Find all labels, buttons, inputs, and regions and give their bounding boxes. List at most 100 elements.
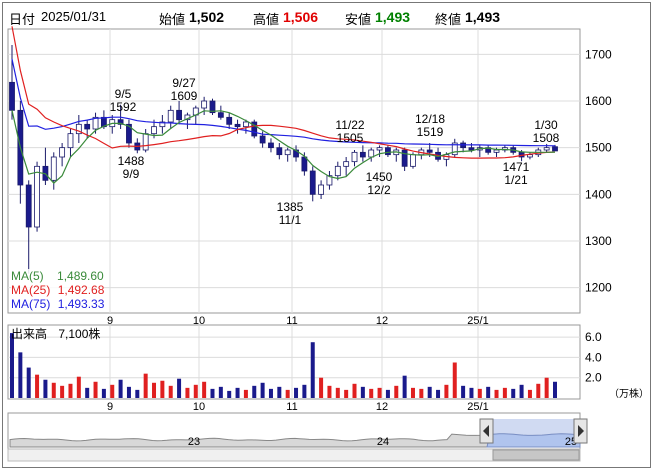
volume-bar	[352, 383, 357, 398]
volume-title: 出来高	[11, 327, 48, 341]
volume-axis: 6.0 4.0 2.0	[585, 330, 602, 385]
navigator-year-label: 23	[188, 436, 200, 448]
price-axis-label: 1200	[585, 281, 612, 295]
volume-bar	[394, 385, 399, 398]
volume-bar	[344, 389, 349, 398]
annotation-price: 1385	[277, 200, 304, 214]
price-annotation: 1/301508	[533, 118, 560, 145]
volume-bar	[294, 387, 299, 398]
price-annotation: 9/271609	[171, 76, 198, 103]
annotation-date: 9/5	[115, 87, 132, 101]
volume-bar	[444, 384, 449, 398]
volume-bar	[319, 377, 324, 398]
volume-bar	[360, 386, 365, 398]
volume-bar	[85, 387, 90, 398]
volume-bar	[60, 385, 65, 398]
scrollbar-thumb[interactable]	[492, 449, 580, 461]
volume-bar	[143, 373, 148, 398]
volume-bar	[302, 384, 307, 398]
annotation-price: 1471	[503, 160, 530, 174]
volume-bar	[277, 386, 282, 398]
price-axis-label: 1500	[585, 141, 612, 155]
volume-x-tick-label: 10	[193, 401, 205, 413]
volume-bar	[377, 387, 382, 398]
annotation-date: 9/9	[123, 167, 140, 181]
volume-axis-label: 4.0	[585, 350, 602, 364]
volume-bar	[527, 389, 532, 398]
ma5-legend: MA(5) 1,489.60	[11, 269, 104, 283]
volume-bar	[193, 384, 198, 398]
price-axis-label: 1400	[585, 187, 612, 201]
volume-bar	[519, 384, 524, 398]
annotation-date: 12/2	[367, 183, 391, 197]
navigator-right-handle[interactable]	[573, 418, 588, 444]
volume-bar	[369, 388, 374, 398]
volume-bar	[452, 362, 457, 398]
volume-bar	[43, 379, 48, 398]
volume-bar	[419, 388, 424, 398]
volume-bar	[26, 367, 31, 398]
volume-bar	[511, 388, 516, 398]
price-annotation: 12/181519	[415, 112, 445, 139]
volume-x-axis-labels: 9 10 11 12 25/1	[107, 401, 489, 413]
volume-bar	[285, 389, 290, 398]
price-annotation: 138511/1	[277, 200, 304, 227]
annotation-price: 1505	[337, 131, 364, 145]
ma75-legend-value: 1,493.33	[57, 297, 105, 311]
volume-bar	[10, 333, 14, 398]
ma25-legend-label: MA(25)	[11, 283, 51, 297]
volume-bar	[252, 385, 257, 398]
ma75-legend: MA(75) 1,493.33	[11, 297, 105, 311]
price-axis-label: 1600	[585, 94, 612, 108]
volume-bar	[135, 389, 140, 398]
volume-bar	[218, 386, 223, 398]
volume-bar	[402, 375, 407, 398]
navigator-left-handle[interactable]	[479, 418, 494, 444]
price-annotation: 145012/2	[366, 170, 393, 197]
ma75-legend-label: MA(75)	[11, 297, 51, 311]
volume-bar	[177, 378, 182, 398]
volume-bar	[68, 383, 73, 398]
volume-bar	[152, 382, 157, 398]
volume-value: 7,100株	[58, 327, 101, 341]
volume-bar	[536, 383, 541, 398]
volume-bar	[310, 342, 315, 398]
volume-x-tick-label: 12	[376, 401, 388, 413]
annotation-price: 1488	[118, 154, 145, 168]
volume-x-tick-label: 9	[107, 401, 113, 413]
volume-bar	[436, 389, 441, 398]
volume-bar	[118, 379, 123, 398]
volume-bar	[227, 390, 232, 398]
annotation-price: 1450	[366, 170, 393, 184]
volume-bar	[327, 385, 332, 398]
annotation-date: 9/27	[172, 76, 196, 90]
volume-bar	[335, 387, 340, 398]
volume-bar	[469, 387, 474, 398]
price-annotation: 14711/21	[503, 160, 530, 187]
volume-bar	[461, 385, 466, 398]
volume-bar	[202, 381, 207, 398]
volume-bar	[76, 376, 81, 398]
volume-bar	[410, 387, 415, 398]
ma25-legend: MA(25) 1,492.68	[11, 283, 105, 297]
volume-bar	[477, 388, 482, 398]
volume-bar	[553, 381, 557, 398]
chart-frame: 日付 2025/01/31 始値 1,502 高値 1,506 安値 1,493…	[2, 2, 651, 468]
volume-axis-label: 2.0	[585, 371, 602, 385]
volume-bar	[260, 382, 265, 398]
volume-bar	[427, 386, 432, 398]
volume-axis-label: 6.0	[585, 330, 602, 344]
volume-bar	[502, 387, 507, 398]
volume-bar	[101, 388, 106, 398]
price-axis-label: 1300	[585, 234, 612, 248]
volume-bar	[268, 388, 273, 398]
volume-bar	[494, 389, 499, 398]
ma5-legend-value: 1,489.60	[57, 269, 104, 283]
volume-x-tick-label: 25/1	[467, 401, 488, 413]
volume-bar	[126, 386, 131, 398]
candle	[209, 98, 216, 115]
price-axis: 1700 1600 1500 1400 1300 1200	[585, 47, 612, 294]
volume-legend: 出来高 7,100株	[11, 325, 100, 342]
volume-bar	[385, 389, 390, 398]
ma5-legend-label: MA(5)	[11, 269, 44, 283]
